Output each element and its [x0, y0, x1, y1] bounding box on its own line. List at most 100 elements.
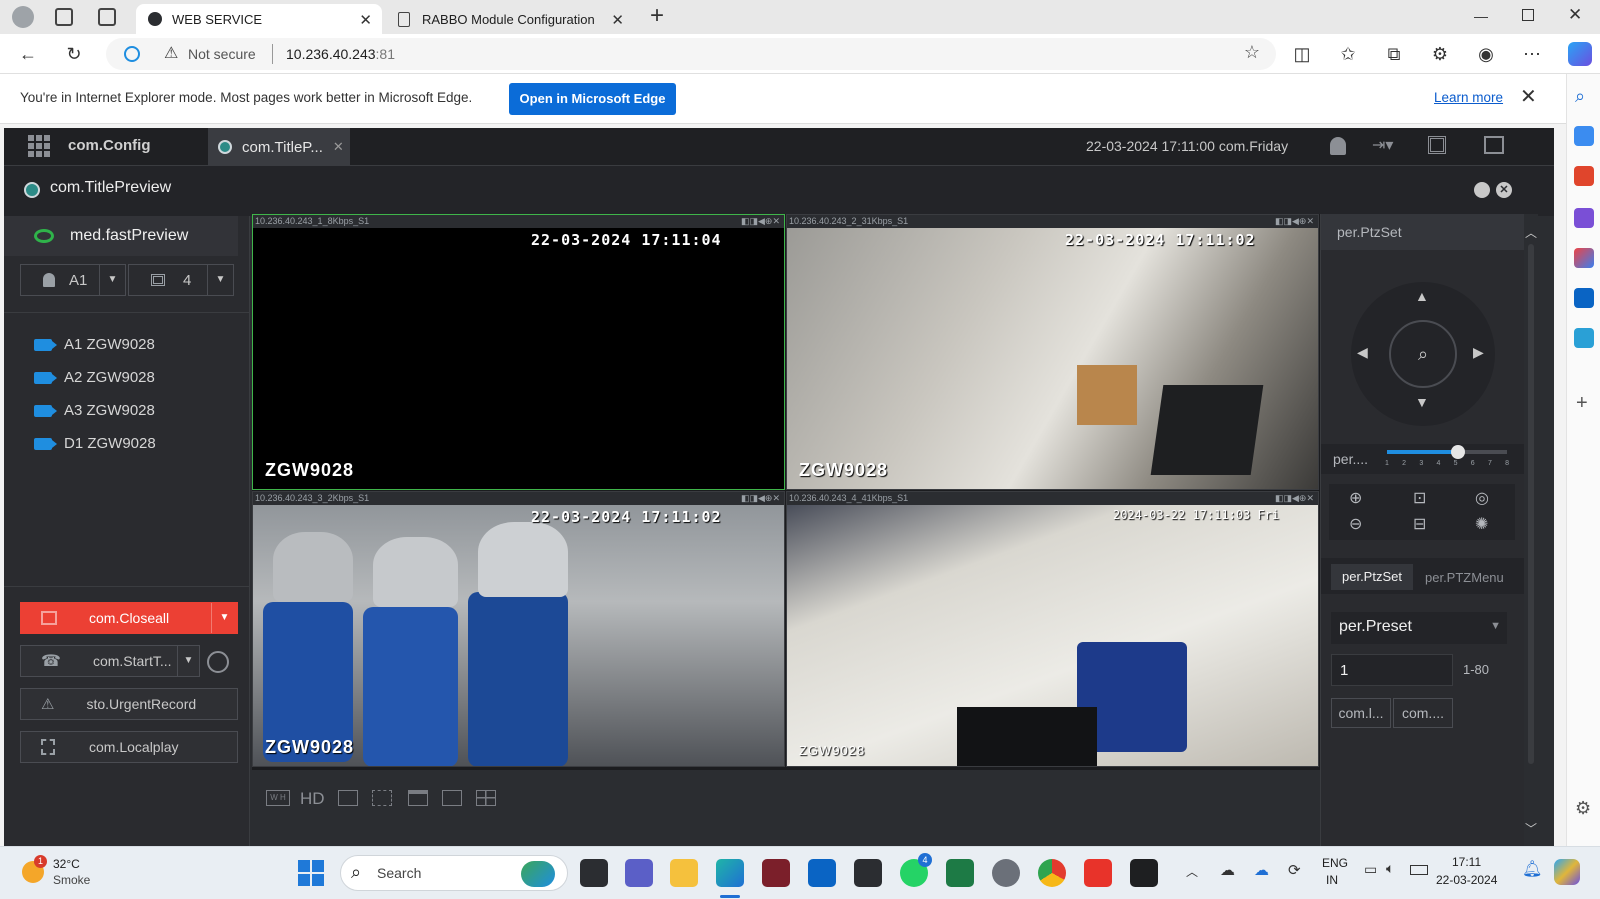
battery-icon[interactable]	[1410, 865, 1428, 875]
extensions-icon[interactable]: ⚙	[1428, 42, 1452, 66]
user-icon[interactable]	[1330, 137, 1346, 155]
collections-icon[interactable]: ⧉	[1382, 42, 1406, 66]
minimize-panel-icon[interactable]	[1474, 182, 1490, 198]
close-window-icon[interactable]: ✕	[1568, 5, 1582, 25]
volume-icon[interactable]: 🔈︎	[1386, 860, 1394, 877]
close-banner-icon[interactable]: ✕	[1520, 84, 1537, 109]
tab-ptzmenu[interactable]: per.PTZMenu	[1425, 570, 1504, 585]
taskbar-search[interactable]: ⌕ Search	[340, 855, 568, 891]
chevron-down-icon[interactable]: ▼	[211, 603, 237, 633]
device-item[interactable]: A3 ZGW9028	[34, 402, 155, 419]
close-panel-icon[interactable]: ✕	[1496, 182, 1512, 198]
more-menu-icon[interactable]: ⋯	[1520, 42, 1544, 66]
fast-preview-row[interactable]: med.fastPreview	[4, 216, 238, 256]
ptz-joystick[interactable]: ▲ ▼ ◀ ▶ ⌕	[1351, 282, 1495, 426]
store-icon[interactable]	[854, 859, 882, 887]
video-cell-3[interactable]: 10.236.40.243_3_2Kbps_S1 ◧◨◀⊕✕ 22-03-202…	[252, 491, 785, 767]
tray-overflow-icon[interactable]: ︿	[1186, 863, 1198, 880]
restore-icon[interactable]	[1522, 9, 1534, 21]
excel-icon[interactable]	[946, 859, 974, 887]
close-preview-tab-icon[interactable]: ✕	[333, 139, 344, 155]
ptz-left-icon[interactable]: ◀	[1357, 344, 1368, 361]
video-cell-2[interactable]: 10.236.40.243_2_31Kbps_S1 ◧◨◀⊕✕ 22-03-20…	[786, 214, 1319, 490]
focus-far-icon[interactable]: ⊟	[1413, 514, 1426, 534]
preset-select[interactable]: per.Preset ▼	[1331, 612, 1507, 644]
media-app-icon[interactable]	[762, 859, 790, 887]
task-view-icon[interactable]	[580, 859, 608, 887]
clock-time[interactable]: 17:11	[1452, 855, 1481, 869]
copilot-taskbar-icon[interactable]	[1554, 859, 1580, 885]
scroll-down-icon[interactable]: ﹀	[1525, 820, 1537, 837]
profile-icon[interactable]	[12, 6, 34, 28]
ptz-right-icon[interactable]: ▶	[1473, 344, 1484, 361]
lang-bottom[interactable]: IN	[1326, 873, 1338, 887]
file-explorer-icon[interactable]	[670, 859, 698, 887]
url-text[interactable]: 10.236.40.243:81	[286, 46, 395, 62]
telegram-icon[interactable]	[1574, 328, 1594, 348]
cloud-icon[interactable]: ☁	[1220, 861, 1235, 879]
logout-icon[interactable]: ⇥▾	[1372, 135, 1393, 155]
browser-tab-web-service[interactable]: WEB SERVICE ✕	[136, 4, 382, 34]
quad-view-icon[interactable]	[476, 790, 496, 806]
favorites-icon[interactable]: ✩	[1336, 42, 1360, 66]
video-cell-1[interactable]: 10.236.40.243_1_8Kbps_S1 ◧◨◀⊕✕ 22-03-202…	[252, 214, 785, 490]
video-cell-4[interactable]: 10.236.40.243_4_41Kbps_S1 ◧◨◀⊕✕ 2024-03-…	[786, 491, 1319, 767]
smart-icon[interactable]	[338, 790, 358, 806]
notification-bell-icon[interactable]: 🔔︎	[1522, 859, 1542, 879]
preset-call-button[interactable]: com.l...	[1331, 698, 1391, 728]
close-tab-icon[interactable]: ✕	[611, 11, 624, 29]
iris-open-icon[interactable]: ◎	[1475, 488, 1489, 508]
scroll-thumb[interactable]	[1528, 244, 1534, 764]
display-icon[interactable]: ▭	[1364, 861, 1377, 878]
tools-icon[interactable]	[1574, 166, 1594, 186]
ptz-down-icon[interactable]: ▼	[1415, 394, 1429, 410]
qr-icon[interactable]	[1428, 136, 1446, 154]
add-sidebar-icon[interactable]: +	[1576, 392, 1588, 415]
search-icon[interactable]: ⌕	[1575, 86, 1585, 107]
anydesk-icon[interactable]	[1084, 859, 1112, 887]
clock-date[interactable]: 22-03-2024	[1436, 873, 1497, 887]
tab-ptzset[interactable]: per.PtzSet	[1331, 564, 1413, 590]
device-item[interactable]: A2 ZGW9028	[34, 369, 155, 386]
start-talk-button[interactable]: ☎ com.StartT... ▼	[20, 645, 200, 677]
chevron-down-icon[interactable]: ▼	[177, 646, 199, 676]
outlook-icon[interactable]	[808, 859, 836, 887]
workspaces-icon[interactable]	[55, 8, 73, 26]
settings-gear-icon[interactable]: ⚙	[1575, 798, 1591, 819]
fullscreen-icon[interactable]	[408, 790, 428, 806]
settings-icon[interactable]	[992, 859, 1020, 887]
layout-select[interactable]: 4 ▼	[128, 264, 234, 296]
ptz-center-icon[interactable]: ⌕	[1389, 320, 1457, 388]
split-screen-icon[interactable]: ◫	[1290, 42, 1314, 66]
video-controls-icon[interactable]: ◧◨◀⊕✕	[1275, 492, 1314, 505]
microsoft-365-icon[interactable]	[1574, 248, 1594, 268]
chrome-icon[interactable]	[1038, 859, 1066, 887]
scroll-up-icon[interactable]: ︿	[1525, 224, 1537, 241]
aspect-ratio-icon[interactable]: W H	[266, 790, 290, 806]
security-label[interactable]: Not secure	[188, 46, 256, 62]
weather-widget[interactable]: 1 32°C Smoke	[22, 855, 122, 893]
preset-set-button[interactable]: com....	[1393, 698, 1453, 728]
zoom-out-icon[interactable]: ⊖	[1349, 514, 1362, 534]
outlook-icon[interactable]	[1574, 288, 1594, 308]
ie-mode-icon[interactable]	[124, 46, 140, 62]
browser-tab-rabbo[interactable]: RABBO Module Configuration ✕	[386, 4, 634, 34]
teams-icon[interactable]	[625, 859, 653, 887]
device-item[interactable]: A1 ZGW9028	[34, 336, 155, 353]
zoom-in-icon[interactable]: ⊕	[1349, 488, 1362, 508]
sync-icon[interactable]: ⟳	[1288, 861, 1301, 879]
talk-status-indicator[interactable]	[207, 651, 229, 673]
local-play-button[interactable]: com.Localplay	[20, 731, 238, 763]
single-view-icon[interactable]	[442, 790, 462, 806]
iris-close-icon[interactable]: ✺	[1475, 514, 1488, 534]
hd-toggle[interactable]: HD	[300, 789, 325, 809]
onedrive-icon[interactable]: ☁	[1254, 861, 1269, 879]
shopping-icon[interactable]	[1574, 126, 1594, 146]
speed-slider[interactable]	[1387, 445, 1507, 459]
video-controls-icon[interactable]: ◧◨◀⊕✕	[1275, 215, 1314, 228]
preset-input[interactable]: 1	[1331, 654, 1453, 686]
tab-actions-icon[interactable]	[98, 8, 116, 26]
speed-slider-thumb[interactable]	[1451, 445, 1465, 459]
close-all-button[interactable]: com.Closeall ▼	[20, 602, 238, 634]
games-icon[interactable]	[1574, 208, 1594, 228]
